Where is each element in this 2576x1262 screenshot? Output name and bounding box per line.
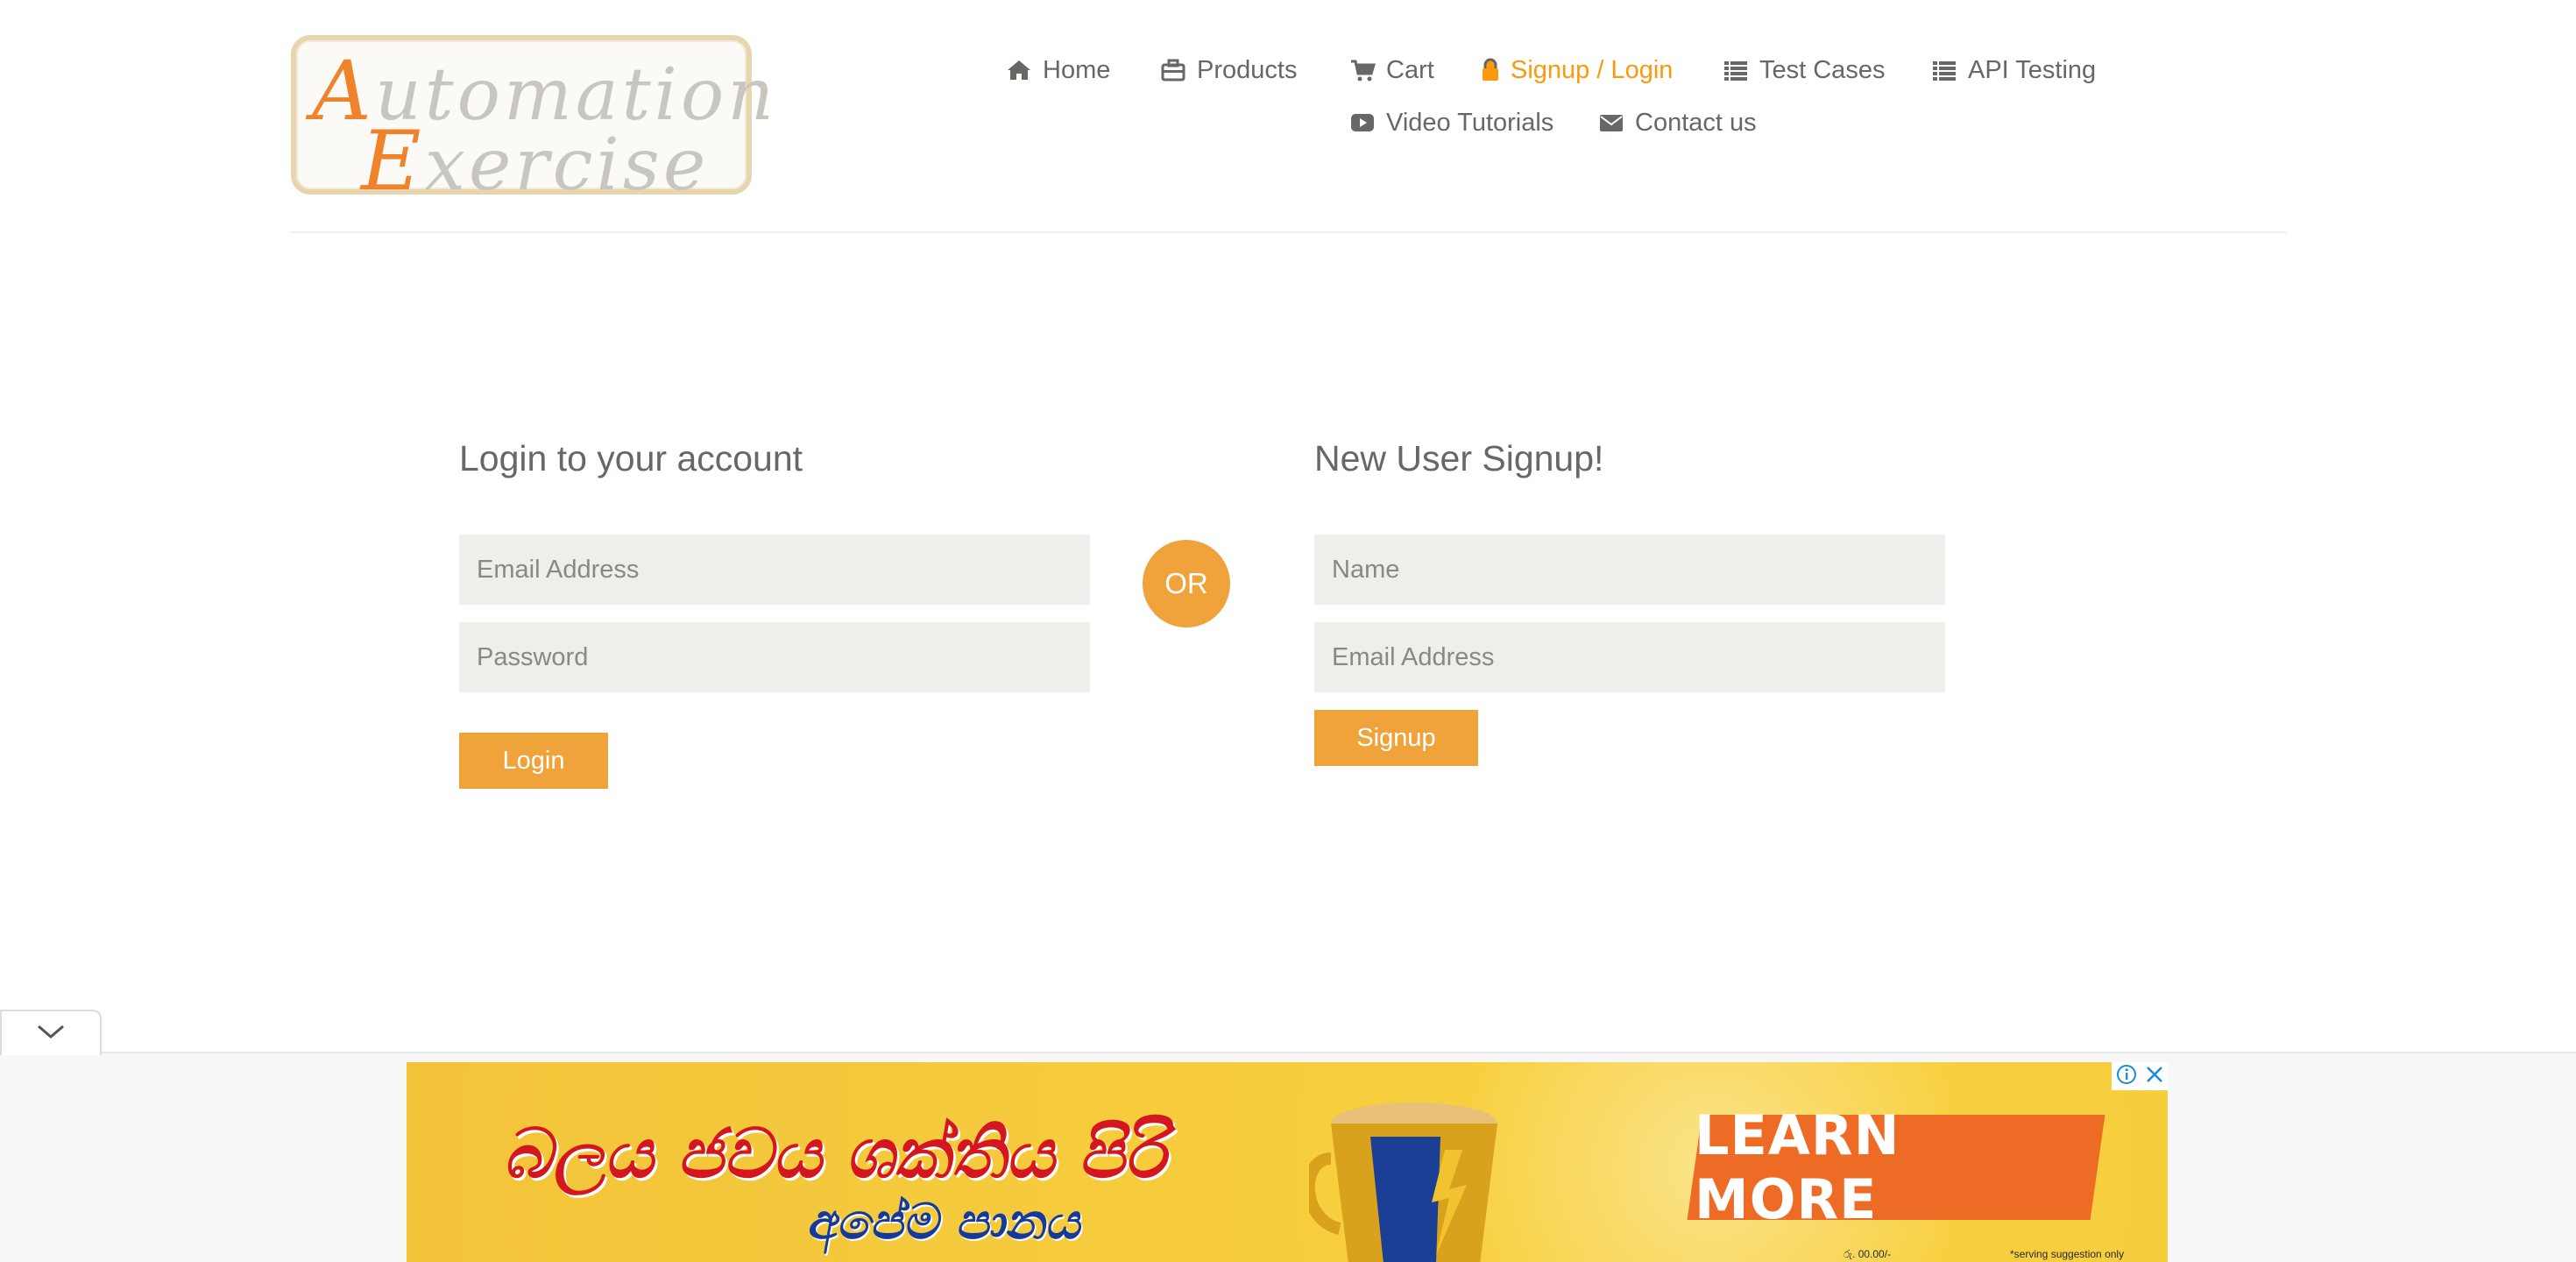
ad-controls	[2112, 1062, 2168, 1090]
youtube-play-icon	[1349, 110, 1376, 136]
nav-video-tutorials-label: Video Tutorials	[1386, 108, 1554, 137]
nav-home-label: Home	[1043, 55, 1111, 84]
nav-test-cases[interactable]: Test Cases	[1723, 53, 1885, 88]
logo-line-2: Exercise	[361, 114, 710, 209]
ad-info-icon[interactable]	[2116, 1064, 2137, 1089]
ad-banner[interactable]: බලය ජවය ශක්තිය පිරි අපේම පානය LEARN MORE…	[407, 1062, 2168, 1262]
nav-home[interactable]: Home	[1006, 53, 1110, 88]
cart-icon	[1349, 57, 1376, 83]
nav-contact-us[interactable]: Contact us	[1598, 105, 1757, 140]
nav-products-label: Products	[1197, 55, 1298, 84]
list-icon	[1723, 57, 1749, 83]
nav-cart-label: Cart	[1386, 55, 1434, 84]
signup-email-input[interactable]	[1314, 622, 1945, 692]
ad-fine-print-price: රු. 00.00/-	[1844, 1248, 1892, 1260]
signup-name-input[interactable]	[1314, 535, 1945, 605]
ad-fine-print-note: *serving suggestion only	[2010, 1248, 2125, 1260]
home-icon	[1006, 57, 1032, 83]
signup-button[interactable]: Signup	[1314, 710, 1478, 766]
nav-video-tutorials[interactable]: Video Tutorials	[1349, 105, 1553, 140]
ad-collapse-toggle[interactable]	[0, 1010, 102, 1055]
ad-headline: බලය ජවය ශක්තිය පිරි	[501, 1115, 1178, 1194]
site-logo[interactable]: Automation Exercise	[291, 35, 774, 209]
cup-illustration-icon	[1309, 1102, 1497, 1262]
login-email-input[interactable]	[459, 535, 1090, 605]
lock-icon	[1481, 57, 1500, 83]
nav-signup-login-label: Signup / Login	[1511, 55, 1674, 84]
ad-subline: අපේම පානය	[804, 1194, 1089, 1251]
login-password-input[interactable]	[459, 622, 1090, 692]
login-button[interactable]: Login	[459, 733, 608, 789]
nav-cart[interactable]: Cart	[1349, 53, 1434, 88]
ad-learn-more-button[interactable]: LEARN MORE	[1687, 1103, 2105, 1231]
nav-products[interactable]: Products	[1160, 53, 1297, 88]
nav-signup-login[interactable]: Signup / Login	[1481, 53, 1673, 88]
or-divider-badge: OR	[1143, 540, 1230, 627]
briefcase-icon	[1160, 57, 1186, 83]
ad-close-icon[interactable]	[2145, 1065, 2164, 1088]
nav-api-testing-label: API Testing	[1968, 55, 2097, 84]
signup-title: New User Signup!	[1314, 438, 1604, 479]
login-title: Login to your account	[459, 438, 803, 479]
list-icon	[1931, 57, 1957, 83]
header-divider	[289, 231, 2287, 233]
chevron-down-icon	[36, 1023, 66, 1045]
nav-contact-us-label: Contact us	[1635, 108, 1757, 137]
nav-api-testing[interactable]: API Testing	[1931, 53, 2096, 88]
nav-test-cases-label: Test Cases	[1759, 55, 1886, 84]
envelope-icon	[1598, 110, 1624, 136]
